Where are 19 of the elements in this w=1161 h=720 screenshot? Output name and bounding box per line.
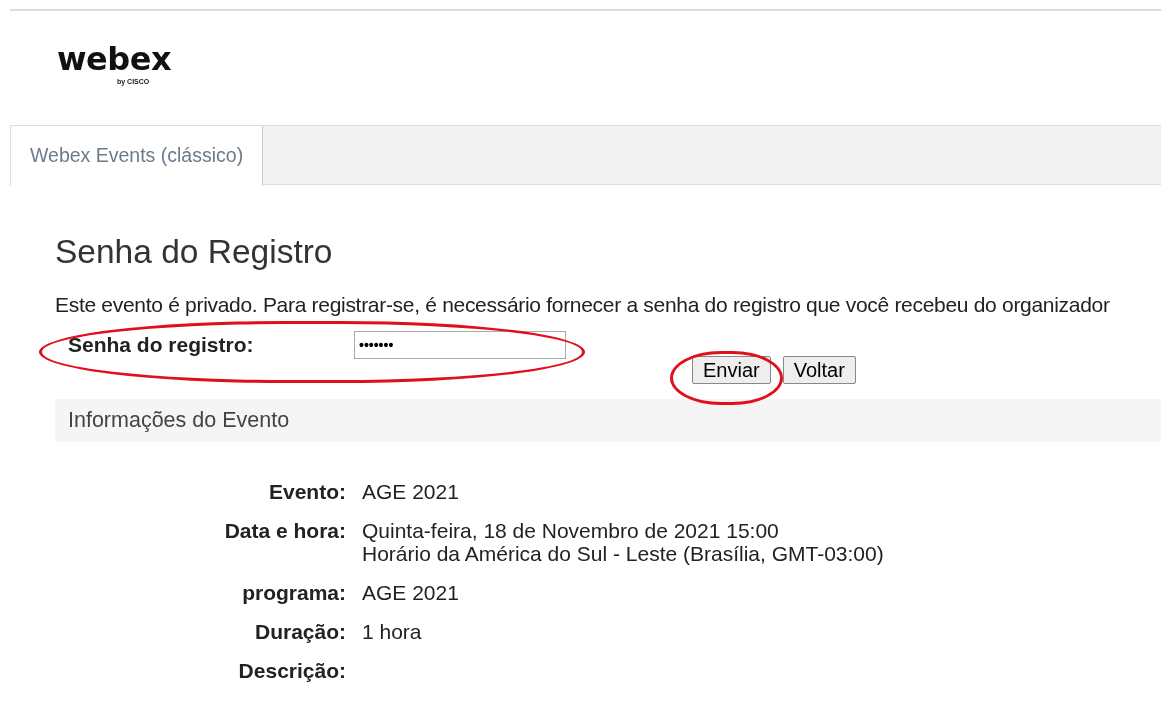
detail-value: Horário da América do Sul - Leste (Brasília, GMT-03:00): [362, 542, 885, 565]
detail-value: AGE 2021: [362, 581, 460, 604]
detail-value: Quinta-feira, 18 de Novembro de 2021 15:00: [362, 519, 780, 542]
password-field[interactable]: •••••••: [354, 331, 566, 359]
action-button[interactable]: Voltar: [782, 356, 856, 384]
detail-label: Descrição:: [237, 659, 346, 682]
intro-text: Este evento é privado. Para registrar-se, é necessário fornecer a senha do registro que você recebeu do organizador: [55, 293, 1111, 317]
logo-wordmark: webex: [57, 44, 171, 74]
page-heading: Senha do Registro: [55, 233, 334, 271]
field-label: Senha do registro:: [68, 332, 255, 359]
detail-label: programa:: [241, 581, 346, 604]
detail-value: AGE 2021: [362, 480, 460, 503]
detail-value: 1 hora: [362, 620, 423, 643]
action-button[interactable]: Enviar: [692, 356, 771, 384]
detail-label: Evento:: [268, 480, 346, 503]
detail-label: Duração:: [253, 620, 346, 643]
tab[interactable]: Webex Events (clássico): [10, 126, 264, 186]
detail-label: Data e hora:: [223, 519, 346, 544]
section-header: Informações do Evento: [55, 399, 1161, 442]
